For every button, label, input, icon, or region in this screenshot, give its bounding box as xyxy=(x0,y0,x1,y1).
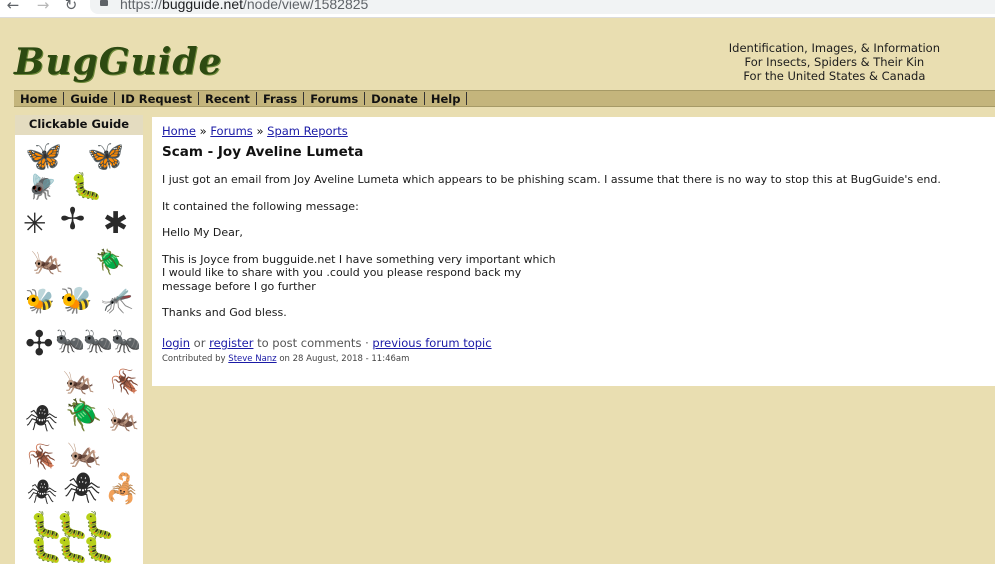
cockroach-icon[interactable]: 🪳 xyxy=(110,367,140,397)
lock-icon xyxy=(100,0,108,6)
to-post-text: to post comments · xyxy=(257,336,369,350)
forward-icon[interactable]: → xyxy=(34,0,52,14)
main-menu: Home Guide ID Request Recent Frass Forum… xyxy=(14,90,995,107)
caterpillar-icon[interactable]: 🐛 xyxy=(70,172,102,202)
menu-donate[interactable]: Donate xyxy=(365,92,425,106)
breadcrumb-home[interactable]: Home xyxy=(162,124,196,138)
breadcrumb-spam-reports[interactable]: Spam Reports xyxy=(267,124,348,138)
post-paragraph: It contained the following message: xyxy=(162,199,359,213)
walkingstick-icon[interactable]: ✣ xyxy=(25,327,54,361)
bug-icon-grid: 🦋 🦋 🪰 🐛 ✳ ✢ ✱ 🦗 🪲 🐝 🐝 🦟 ✣ 🐜 🐜 🐜 🦗 🪳 🕷 🪲 … xyxy=(15,139,143,564)
bugguide-logo[interactable]: BugGuide xyxy=(14,41,222,83)
menu-forums[interactable]: Forums xyxy=(304,92,366,106)
flea-icon[interactable]: 🪳 xyxy=(27,442,57,472)
grasshopper-icon[interactable]: 🦗 xyxy=(67,439,102,469)
menu-help[interactable]: Help xyxy=(425,92,468,106)
breadcrumb: Home » Forums » Spam Reports xyxy=(162,124,348,138)
menu-id-request[interactable]: ID Request xyxy=(115,92,199,106)
wasp-icon[interactable]: ✱ xyxy=(103,209,128,239)
clickable-guide: Clickable Guide 🦋 🦋 🪰 🐛 ✳ ✢ ✱ 🦗 🪲 🐝 🐝 🦟 … xyxy=(15,115,143,564)
post-links: login or register to post comments · pre… xyxy=(162,336,492,350)
address-bar[interactable]: https://bugguide.net/node/view/1582825 xyxy=(90,0,995,14)
cicada-icon[interactable]: 🦗 xyxy=(63,367,95,397)
breadcrumb-separator: » xyxy=(199,124,207,138)
scorpion-icon[interactable]: 🦂 xyxy=(105,474,140,504)
daddy-longlegs-icon[interactable]: 🕷 xyxy=(63,474,101,504)
butterfly-icon[interactable]: 🦋 xyxy=(87,142,124,172)
post-date: on 28 August, 2018 - 11:46am xyxy=(279,354,410,364)
tagline: Identification, Images, & Information Fo… xyxy=(729,41,940,83)
breadcrumb-forums[interactable]: Forums xyxy=(210,124,252,138)
post-body: I just got an email from Joy Aveline Lum… xyxy=(162,173,982,333)
ant-lion-icon[interactable]: 🦗 xyxy=(107,404,139,434)
termite-icon[interactable]: 🐜 xyxy=(111,326,141,356)
spider-icon[interactable]: 🕷 xyxy=(27,477,57,507)
bee-icon[interactable]: 🐝 xyxy=(60,286,92,316)
wasp-small-icon[interactable]: 🦟 xyxy=(101,286,133,316)
tagline-line-1: Identification, Images, & Information xyxy=(728,41,940,55)
stinkbug-icon[interactable]: 🕷 xyxy=(25,404,58,434)
menu-guide[interactable]: Guide xyxy=(64,92,115,106)
previous-topic-link[interactable]: previous forum topic xyxy=(372,336,491,350)
post-paragraph: Hello My Dear, xyxy=(162,226,243,239)
contributed-by-label: Contributed by xyxy=(162,354,226,364)
post-paragraph: Thanks and God bless. xyxy=(162,306,287,319)
mantis-icon[interactable]: 🦗 xyxy=(31,247,63,277)
forum-post: Home » Forums » Spam Reports Scam - Joy … xyxy=(152,117,995,386)
reload-icon[interactable]: ↻ xyxy=(62,0,80,14)
clickable-guide-title: Clickable Guide xyxy=(15,115,143,135)
author-link[interactable]: Steve Nanz xyxy=(228,354,276,364)
post-paragraph: I just got an email from Joy Aveline Lum… xyxy=(162,173,941,186)
bug-icon[interactable]: 🪲 xyxy=(95,247,125,277)
damselfly-icon[interactable]: ✳ xyxy=(23,209,46,239)
menu-home[interactable]: Home xyxy=(14,92,65,106)
url-text[interactable]: https://bugguide.net/node/view/1582825 xyxy=(120,0,368,12)
fly-icon[interactable]: 🪰 xyxy=(27,172,57,202)
dragonfly-icon[interactable]: ✢ xyxy=(60,205,85,235)
menu-recent[interactable]: Recent xyxy=(199,92,257,106)
site-header: BugGuide Identification, Images, & Infor… xyxy=(0,19,995,90)
post-byline: Contributed by Steve Nanz on 28 August, … xyxy=(162,354,409,364)
tagline-line-3: For the United States & Canada xyxy=(743,69,926,83)
back-icon[interactable]: ← xyxy=(4,0,22,14)
login-link[interactable]: login xyxy=(162,336,190,350)
earwig-icon[interactable]: 🐜 xyxy=(55,326,85,356)
beetle-icon[interactable]: 🪲 xyxy=(65,401,102,431)
hornet-icon[interactable]: 🐝 xyxy=(25,286,55,316)
ant-icon[interactable]: 🐜 xyxy=(83,326,113,356)
browser-toolbar: ← → ↻ https://bugguide.net/node/view/158… xyxy=(0,0,995,18)
breadcrumb-separator: » xyxy=(256,124,264,138)
register-link[interactable]: register xyxy=(209,336,253,350)
post-paragraph: This is Joyce from bugguide.net I have s… xyxy=(162,252,556,293)
moth-icon[interactable]: 🦋 xyxy=(25,142,62,172)
tagline-line-2: For Insects, Spiders & Their Kin xyxy=(744,55,925,69)
menu-frass[interactable]: Frass xyxy=(257,92,305,106)
millipede-icon[interactable]: 🐛🐛🐛 xyxy=(30,535,115,564)
or-text: or xyxy=(193,336,206,350)
page-title: Scam - Joy Aveline Lumeta xyxy=(162,144,364,160)
